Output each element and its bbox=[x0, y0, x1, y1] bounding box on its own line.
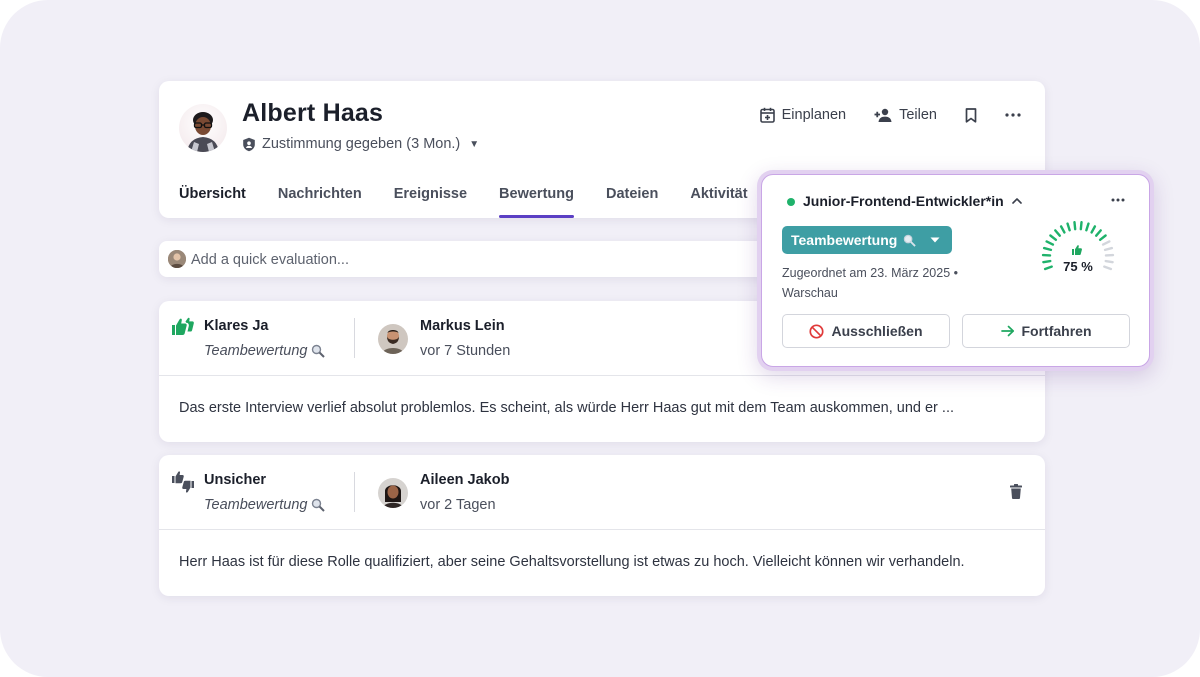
gauge-tick bbox=[1098, 234, 1107, 242]
magnifier-icon bbox=[312, 344, 326, 358]
bookmark-icon bbox=[965, 107, 977, 123]
gauge-tick bbox=[1104, 259, 1114, 264]
shield-user-icon bbox=[243, 137, 255, 151]
job-popover: Junior-Frontend-Entwickler*in Teambewert… bbox=[757, 170, 1154, 371]
share-button[interactable]: Teilen bbox=[874, 107, 937, 123]
continue-label: Fortfahren bbox=[1021, 323, 1092, 339]
review-time: vor 7 Stunden bbox=[420, 343, 511, 359]
verdict-label: Unsicher bbox=[204, 472, 267, 488]
reviewer-name: Markus Lein bbox=[420, 318, 505, 334]
quick-evaluation-input[interactable] bbox=[189, 247, 793, 273]
gauge-tick bbox=[1103, 265, 1113, 271]
gauge-tick bbox=[1090, 225, 1097, 234]
block-icon bbox=[809, 323, 825, 339]
delete-evaluation-button[interactable] bbox=[1010, 484, 1022, 504]
more-button[interactable] bbox=[1005, 113, 1021, 117]
job-title-toggle[interactable]: Junior-Frontend-Entwickler*in bbox=[803, 193, 1022, 209]
more-horizontal-icon bbox=[1111, 198, 1125, 202]
reviewer-avatar bbox=[378, 324, 408, 354]
evaluation-card: Unsicher Teambewertung Aileen Jakob vor … bbox=[159, 455, 1045, 596]
person-add-icon bbox=[874, 108, 892, 122]
arrow-right-icon bbox=[1000, 325, 1014, 337]
gauge-tick bbox=[1042, 246, 1053, 252]
continue-button[interactable]: Fortfahren bbox=[962, 314, 1130, 348]
reviewer-avatar bbox=[378, 478, 408, 508]
gauge-tick bbox=[1101, 240, 1111, 246]
candidate-tabs: Übersicht Nachrichten Ereignisse Bewertu… bbox=[179, 177, 764, 218]
consent-label: Zustimmung gegeben (3 Mon.) bbox=[262, 136, 461, 152]
job-popover-panel: Junior-Frontend-Entwickler*in Teambewert… bbox=[761, 174, 1150, 367]
evaluation-type: Teambewertung bbox=[204, 497, 326, 513]
tab-nachrichten[interactable]: Nachrichten bbox=[262, 177, 378, 218]
tab-aktivitaet[interactable]: Aktivität bbox=[674, 177, 763, 218]
gauge-tick bbox=[1066, 222, 1071, 232]
evaluation-text: Herr Haas ist für diese Rolle qualifizie… bbox=[179, 554, 965, 570]
verdict-label: Klares Ja bbox=[204, 318, 269, 334]
thumbs-up-icon bbox=[1072, 245, 1082, 255]
status-dot bbox=[787, 198, 795, 206]
exclude-button[interactable]: Ausschließen bbox=[782, 314, 950, 348]
evaluation-text: Das erste Interview verlief absolut prob… bbox=[179, 400, 954, 416]
evaluation-type: Teambewertung bbox=[204, 343, 326, 359]
exclude-label: Ausschließen bbox=[831, 323, 923, 339]
trash-icon bbox=[1010, 484, 1022, 499]
bookmark-button[interactable] bbox=[965, 107, 977, 123]
score-gauge: 75 % bbox=[1041, 221, 1115, 274]
tab-bewertung[interactable]: Bewertung bbox=[483, 177, 590, 218]
consent-dropdown[interactable]: Zustimmung gegeben (3 Mon.) ▼ bbox=[242, 136, 479, 152]
gauge-tick bbox=[1045, 240, 1055, 246]
gauge-tick bbox=[1043, 265, 1053, 271]
caret-down-icon: ▼ bbox=[469, 138, 480, 150]
gauge-tick bbox=[1042, 259, 1052, 264]
share-label: Teilen bbox=[899, 107, 937, 123]
evaluation-type-label: Teambewertung bbox=[204, 497, 308, 513]
gauge-tick bbox=[1085, 222, 1090, 232]
score-label: 75 % bbox=[1063, 259, 1093, 274]
job-title: Junior-Frontend-Entwickler*in bbox=[803, 193, 1004, 209]
candidate-name: Albert Haas bbox=[242, 99, 384, 127]
vertical-divider bbox=[354, 472, 355, 512]
vertical-divider bbox=[354, 318, 355, 358]
popover-more-button[interactable] bbox=[1111, 189, 1125, 207]
evaluation-badge-label: Teambewertung bbox=[791, 232, 898, 248]
card-divider bbox=[159, 529, 1045, 530]
schedule-label: Einplanen bbox=[781, 107, 847, 123]
assigned-date: Zugeordnet am 23. März 2025 • bbox=[782, 266, 959, 280]
schedule-button[interactable]: Einplanen bbox=[759, 107, 847, 123]
assignment-info: Zugeordnet am 23. März 2025 • Warschau bbox=[782, 263, 987, 303]
evaluation-type-dropdown[interactable]: Teambewertung bbox=[782, 226, 953, 254]
card-divider bbox=[159, 375, 1045, 376]
magnifier-icon bbox=[312, 498, 326, 512]
more-horizontal-icon bbox=[1005, 113, 1021, 117]
tab-uebersicht[interactable]: Übersicht bbox=[179, 177, 262, 218]
calendar-plus-icon bbox=[759, 107, 775, 123]
magnifier-icon bbox=[904, 234, 917, 247]
gauge-tick bbox=[1079, 221, 1083, 231]
candidate-avatar bbox=[179, 104, 227, 152]
gauge-tick bbox=[1059, 225, 1066, 234]
thumbs-up-down-icon bbox=[172, 471, 194, 493]
gauge-tick bbox=[1103, 246, 1114, 252]
reviewer-name: Aileen Jakob bbox=[420, 472, 510, 488]
chevron-up-icon bbox=[1011, 198, 1022, 204]
current-user-avatar bbox=[168, 250, 186, 268]
assigned-location: Warschau bbox=[782, 286, 838, 300]
evaluation-type-label: Teambewertung bbox=[204, 343, 308, 359]
gauge-tick bbox=[1054, 229, 1062, 237]
screenshot-frame: Albert Haas Zustimmung gegeben (3 Mon.) … bbox=[0, 0, 1200, 677]
gauge-tick bbox=[1049, 234, 1058, 242]
gauge-tick bbox=[1073, 221, 1077, 231]
gauge-tick bbox=[1094, 229, 1102, 237]
header-actions: Einplanen Teilen bbox=[759, 107, 1021, 123]
tab-dateien[interactable]: Dateien bbox=[590, 177, 674, 218]
double-thumbs-up-icon bbox=[172, 317, 194, 335]
review-time: vor 2 Tagen bbox=[420, 497, 496, 513]
tab-ereignisse[interactable]: Ereignisse bbox=[378, 177, 483, 218]
caret-down-icon bbox=[930, 237, 940, 243]
